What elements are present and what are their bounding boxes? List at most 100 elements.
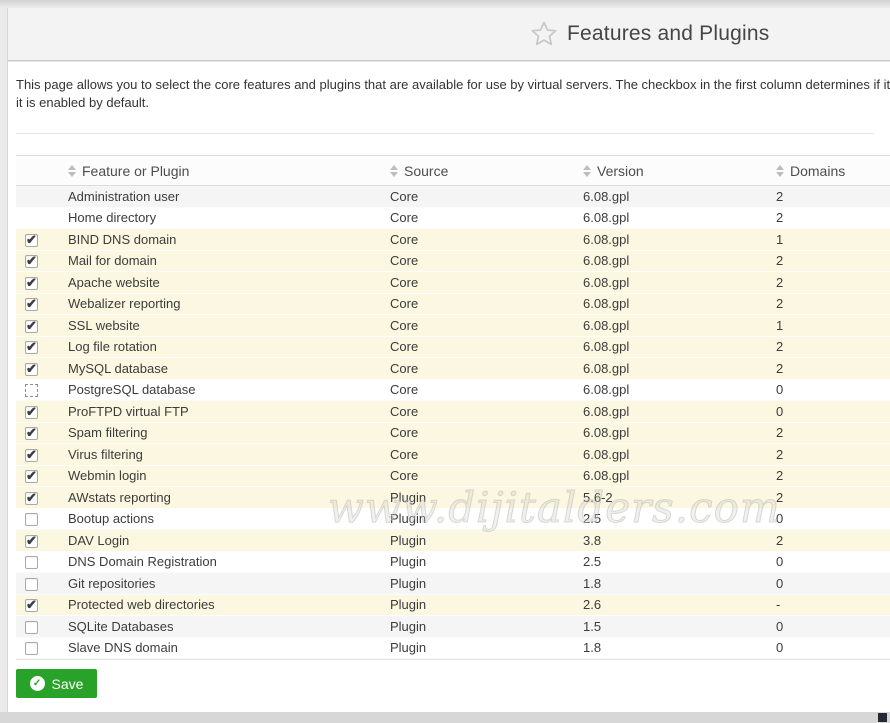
feature-name: Slave DNS domain: [60, 640, 382, 655]
feature-checkbox[interactable]: [25, 384, 38, 397]
domains-count: 0: [768, 576, 890, 591]
source-value: Core: [382, 447, 575, 462]
table-row: Home directoryCore6.08.gpl2: [16, 208, 890, 230]
column-header-source[interactable]: Source: [382, 163, 575, 179]
feature-checkbox[interactable]: [25, 320, 38, 333]
feature-name: Spam filtering: [60, 425, 382, 440]
checkbox-cell: [16, 533, 60, 548]
domains-count: 2: [768, 296, 890, 311]
feature-name: AWstats reporting: [60, 490, 382, 505]
checkbox-cell: [16, 339, 60, 354]
domains-count: 0: [768, 511, 890, 526]
domains-count: 2: [768, 447, 890, 462]
feature-checkbox[interactable]: [25, 406, 38, 419]
table-row: Log file rotationCore6.08.gpl2: [16, 337, 890, 359]
title-group: Features and Plugins: [530, 20, 769, 48]
source-value: Plugin: [382, 619, 575, 634]
checkbox-cell: [16, 576, 60, 591]
column-header-feature[interactable]: Feature or Plugin: [60, 163, 382, 179]
feature-checkbox[interactable]: [25, 363, 38, 376]
feature-checkbox[interactable]: [25, 255, 38, 268]
column-header-domains[interactable]: Domains: [768, 163, 890, 179]
checkbox-cell: [16, 232, 60, 247]
feature-name: Bootup actions: [60, 511, 382, 526]
feature-checkbox[interactable]: [25, 492, 38, 505]
feature-checkbox[interactable]: [25, 556, 38, 569]
domains-count: 2: [768, 533, 890, 548]
table-row: Bootup actionsPlugin2.50: [16, 509, 890, 531]
version-value: 6.08.gpl: [575, 339, 768, 354]
table-row: Git repositoriesPlugin1.80: [16, 573, 890, 595]
domains-count: 0: [768, 619, 890, 634]
window-top-edge: [0, 0, 890, 8]
page-description: This page allows you to select the core …: [16, 76, 890, 112]
table-row: AWstats reportingPlugin5.6-22: [16, 487, 890, 509]
table-row: Webalizer reportingCore6.08.gpl2: [16, 294, 890, 316]
sort-icon[interactable]: [68, 165, 76, 177]
feature-name: Administration user: [60, 189, 382, 204]
domains-count: 1: [768, 318, 890, 333]
star-icon: [530, 20, 558, 48]
version-value: 6.08.gpl: [575, 296, 768, 311]
corner-mark: [878, 713, 887, 722]
feature-checkbox[interactable]: [25, 621, 38, 634]
sort-icon[interactable]: [390, 165, 398, 177]
version-value: 6.08.gpl: [575, 318, 768, 333]
description-line-1: This page allows you to select the core …: [16, 76, 890, 94]
feature-checkbox[interactable]: [25, 427, 38, 440]
feature-checkbox[interactable]: [25, 535, 38, 548]
checkbox-cell: [16, 597, 60, 612]
column-label: Version: [597, 163, 644, 179]
description-line-2: it is enabled by default.: [16, 94, 890, 112]
feature-checkbox[interactable]: [25, 449, 38, 462]
feature-name: SQLite Databases: [60, 619, 382, 634]
save-button-label: Save: [52, 676, 84, 692]
table-row: BIND DNS domainCore6.08.gpl1: [16, 229, 890, 251]
checkbox-cell: [16, 511, 60, 526]
version-value: 2.5: [575, 511, 768, 526]
window-bottom-edge: [0, 712, 890, 723]
domains-count: 2: [768, 339, 890, 354]
source-value: Plugin: [382, 490, 575, 505]
column-label: Feature or Plugin: [82, 163, 189, 179]
version-value: 6.08.gpl: [575, 210, 768, 225]
feature-name: Virus filtering: [60, 447, 382, 462]
version-value: 6.08.gpl: [575, 425, 768, 440]
domains-count: 1: [768, 232, 890, 247]
features-and-plugins-page: Features and Plugins This page allows yo…: [0, 0, 890, 723]
table-row: Virus filteringCore6.08.gpl2: [16, 444, 890, 466]
window-left-edge: [0, 8, 8, 712]
source-value: Core: [382, 296, 575, 311]
column-label: Source: [404, 163, 448, 179]
check-circle-icon: ✓: [30, 676, 45, 691]
feature-name: Protected web directories: [60, 597, 382, 612]
domains-count: 0: [768, 640, 890, 655]
checkbox-cell: [16, 296, 60, 311]
save-button[interactable]: ✓ Save: [16, 669, 97, 698]
feature-name: PostgreSQL database: [60, 382, 382, 397]
checkbox-cell: [16, 490, 60, 505]
feature-checkbox[interactable]: [25, 234, 38, 247]
feature-checkbox[interactable]: [25, 599, 38, 612]
feature-checkbox[interactable]: [25, 470, 38, 483]
sort-icon[interactable]: [776, 165, 784, 177]
domains-count: 2: [768, 361, 890, 376]
column-label: Domains: [790, 163, 845, 179]
feature-name: Log file rotation: [60, 339, 382, 354]
source-value: Plugin: [382, 597, 575, 612]
feature-checkbox[interactable]: [25, 513, 38, 526]
feature-checkbox[interactable]: [25, 578, 38, 591]
column-header-version[interactable]: Version: [575, 163, 768, 179]
feature-checkbox[interactable]: [25, 642, 38, 655]
sort-icon[interactable]: [583, 165, 591, 177]
table-row: MySQL databaseCore6.08.gpl2: [16, 358, 890, 380]
version-value: 1.5: [575, 619, 768, 634]
source-value: Core: [382, 425, 575, 440]
feature-checkbox[interactable]: [25, 277, 38, 290]
table-body: Administration userCore6.08.gpl2Home dir…: [16, 186, 890, 659]
feature-checkbox[interactable]: [25, 341, 38, 354]
domains-count: 0: [768, 404, 890, 419]
source-value: Core: [382, 253, 575, 268]
feature-name: SSL website: [60, 318, 382, 333]
feature-checkbox[interactable]: [25, 298, 38, 311]
